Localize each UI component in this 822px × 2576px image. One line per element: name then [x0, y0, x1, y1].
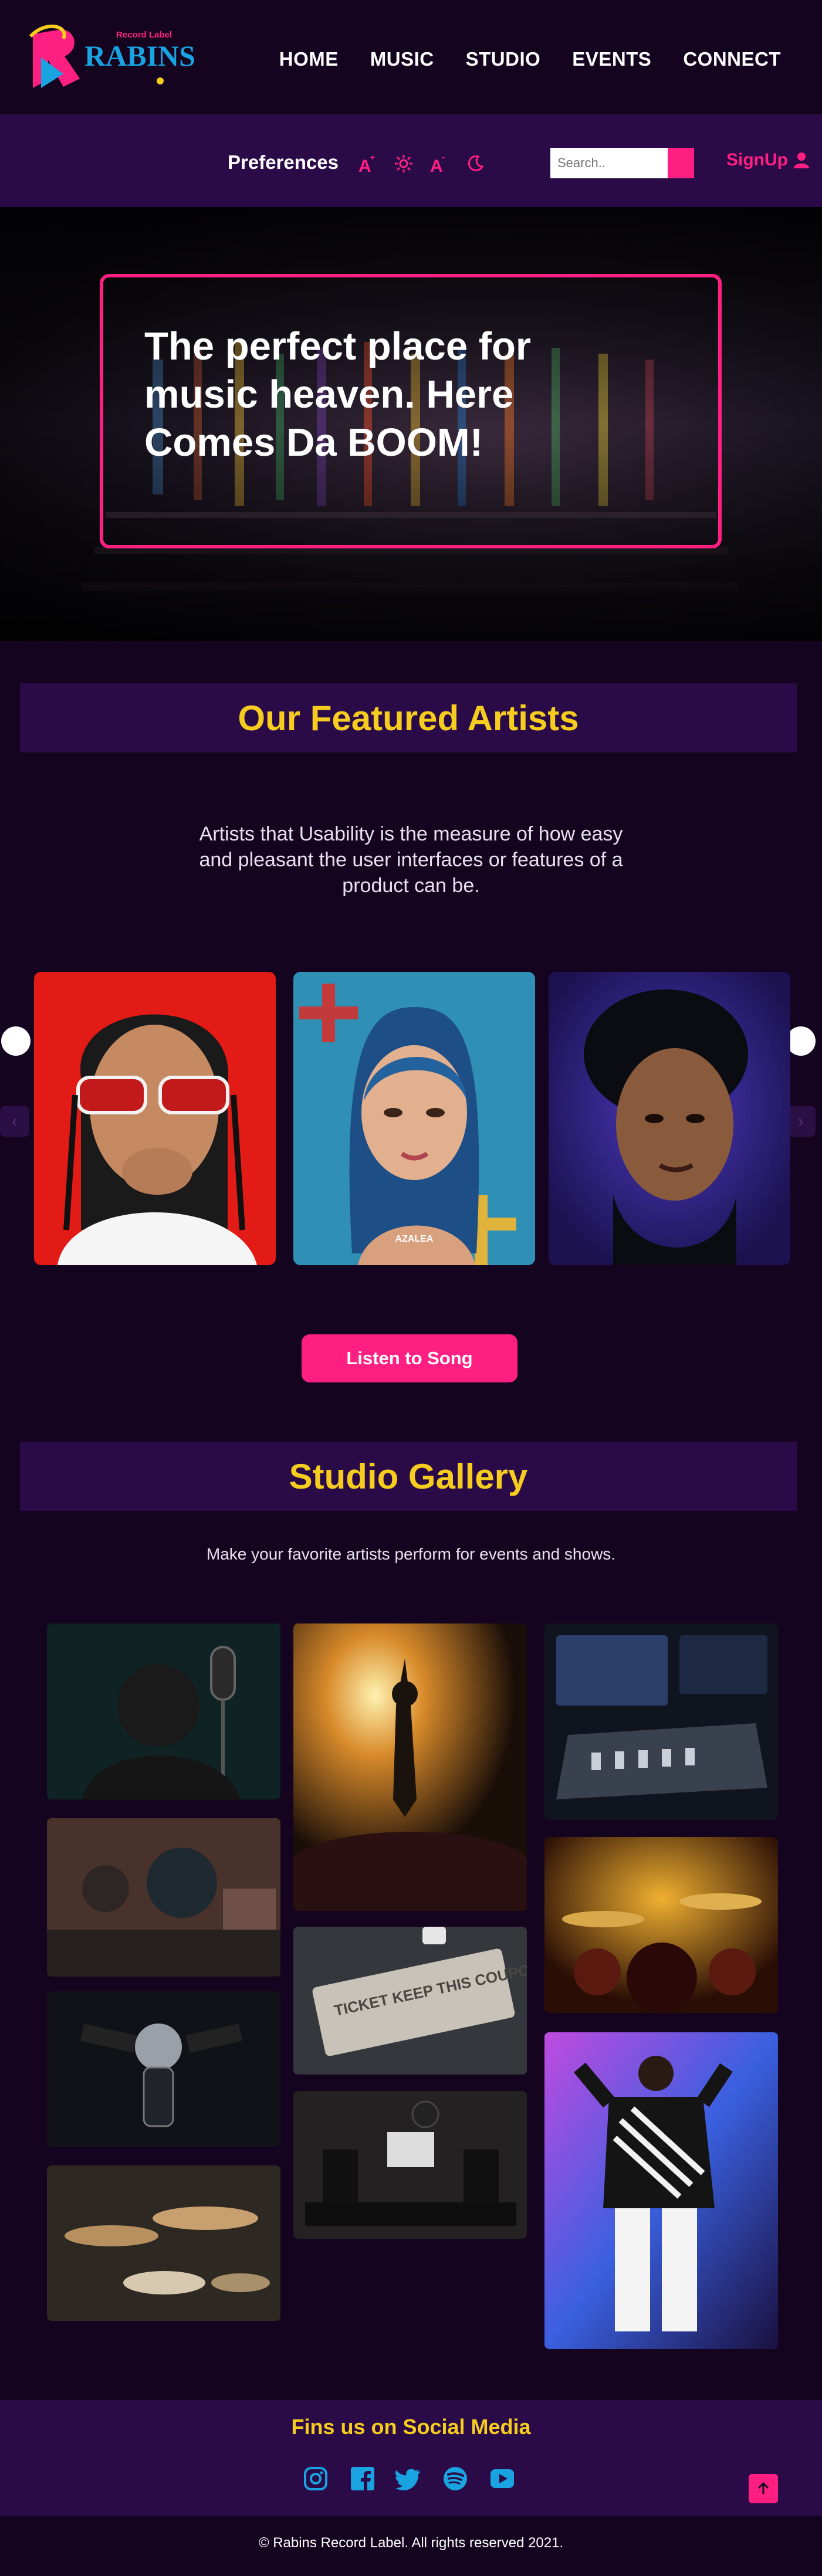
gallery-photo-singer-mic[interactable]	[47, 1623, 280, 1799]
artist-portrait-1	[57, 1014, 257, 1265]
brightness-icon[interactable]	[391, 151, 416, 176]
search-bar	[550, 148, 694, 178]
gallery-photo-concert[interactable]	[293, 1623, 527, 1911]
gallery-photo-drums-stage[interactable]	[544, 1837, 778, 2013]
studio-gallery-heading: Studio Gallery	[289, 1456, 528, 1496]
studio-gallery-banner: Studio Gallery	[20, 1442, 797, 1511]
nav-studio[interactable]: STUDIO	[466, 48, 541, 70]
carousel-next-dot[interactable]	[786, 1026, 816, 1056]
user-icon	[794, 152, 809, 168]
artist-portrait-3	[549, 972, 790, 1265]
featured-artists-intro: Artists that Usability is the measure of…	[199, 823, 623, 897]
listen-to-song-button[interactable]: Listen to Song	[302, 1334, 517, 1382]
gallery-photo-drum-kit[interactable]	[47, 2165, 280, 2321]
nav-music[interactable]: MUSIC	[370, 48, 434, 70]
gallery-photo-microphone[interactable]	[47, 1991, 280, 2147]
rabins-logo[interactable]: Record Label RABINS	[28, 23, 204, 94]
nav-connect[interactable]: CONNECT	[683, 48, 781, 70]
artist-portrait-2: AZALEA	[293, 972, 535, 1265]
artist-card-1[interactable]	[34, 972, 276, 1265]
artist-caption: AZALEA	[395, 1234, 434, 1244]
brand-tagline: Record Label	[116, 30, 172, 40]
spotify-icon[interactable]	[442, 2466, 468, 2492]
artist-card-2[interactable]: AZALEA	[293, 972, 535, 1265]
gallery-photo-tickets[interactable]: TICKET KEEP THIS COUPON	[293, 1927, 527, 2075]
youtube-icon[interactable]	[489, 2466, 515, 2492]
signup-link[interactable]: SignUp	[726, 150, 810, 170]
artist-card-3[interactable]	[549, 972, 790, 1265]
svg-text:+: +	[370, 153, 375, 162]
back-to-top-button[interactable]	[749, 2474, 778, 2503]
preferences-label: Preferences	[228, 151, 339, 173]
text-decrease-icon[interactable]: A-	[427, 151, 452, 176]
gallery-photo-studio-desk[interactable]	[293, 2091, 527, 2239]
featured-artists-heading: Our Featured Artists	[238, 698, 579, 738]
carousel-prev-arrow[interactable]: ‹	[0, 1106, 29, 1137]
signup-label: SignUp	[726, 150, 788, 170]
instagram-icon[interactable]	[303, 2466, 329, 2492]
gallery-photo-performer[interactable]	[544, 2032, 778, 2349]
search-button[interactable]	[668, 148, 694, 178]
carousel-prev-dot[interactable]	[1, 1026, 31, 1056]
nav-home[interactable]: HOME	[279, 48, 339, 70]
facebook-icon[interactable]	[350, 2466, 376, 2492]
site-header: Record Label RABINS HOME MUSIC STUDIO EV…	[0, 0, 822, 114]
social-heading: Fins us on Social Media	[291, 2415, 531, 2439]
text-increase-icon[interactable]: A +	[356, 151, 380, 176]
search-input[interactable]	[550, 148, 668, 178]
studio-gallery-intro: Make your favorite artists perform for e…	[206, 1545, 616, 1563]
featured-artists-banner: Our Featured Artists	[20, 683, 797, 753]
svg-text:A: A	[430, 157, 443, 174]
main-nav: HOME MUSIC STUDIO EVENTS CONNECT	[279, 48, 781, 70]
gallery-photo-dj[interactable]	[47, 1818, 280, 1977]
twitter-icon[interactable]	[395, 2466, 421, 2492]
carousel-next-arrow[interactable]: ›	[786, 1106, 816, 1137]
nav-events[interactable]: EVENTS	[572, 48, 651, 70]
arrow-up-icon	[757, 2482, 769, 2494]
svg-text:-: -	[442, 153, 445, 162]
svg-text:A: A	[358, 157, 371, 174]
copyright-text: © Rabins Record Label. All rights reserv…	[258, 2535, 564, 2551]
brand-name: RABINS	[84, 39, 195, 72]
dark-mode-icon[interactable]	[463, 151, 488, 176]
hero-title: The perfect place for music heaven. Here…	[144, 324, 532, 465]
gallery-photo-mixer[interactable]	[544, 1623, 778, 1820]
